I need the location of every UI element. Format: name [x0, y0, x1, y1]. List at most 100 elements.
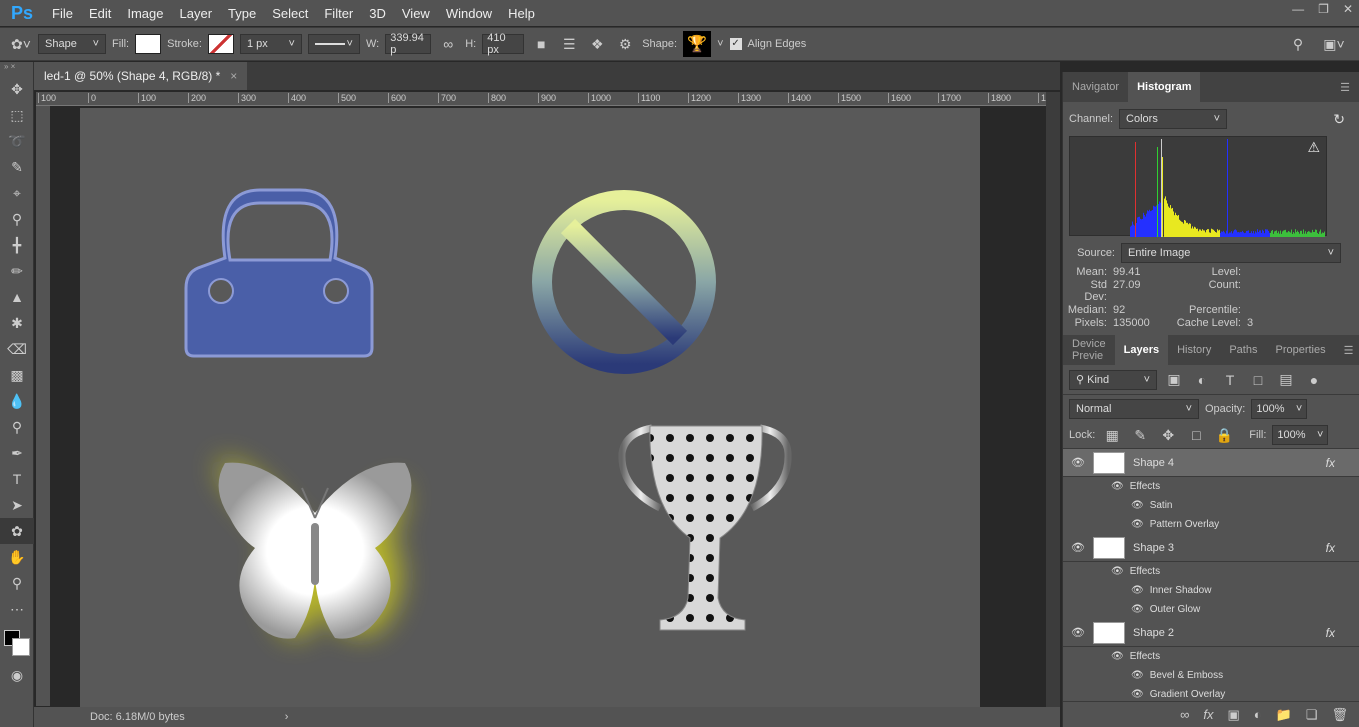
search-icon[interactable]: ⚲: [1287, 36, 1309, 53]
stroke-type-select[interactable]: ˅: [308, 34, 360, 54]
effects-row[interactable]: 👁 Effects: [1063, 562, 1359, 581]
gear-icon[interactable]: ⚙: [614, 36, 636, 53]
eye-icon[interactable]: 👁: [1111, 481, 1124, 492]
eye-icon[interactable]: 👁: [1131, 670, 1144, 681]
stroke-width-select[interactable]: 1 px ˅: [240, 34, 302, 54]
source-select[interactable]: Entire Image ˅: [1121, 243, 1341, 263]
eye-icon[interactable]: 👁: [1131, 585, 1144, 596]
refresh-icon[interactable]: ↻: [1333, 111, 1345, 128]
menu-select[interactable]: Select: [264, 6, 316, 21]
menu-view[interactable]: View: [394, 6, 438, 21]
close-icon[interactable]: ✕: [1343, 2, 1353, 16]
crop-tool-icon[interactable]: ⌖: [0, 180, 34, 206]
layers-menu-icon[interactable]: ☰: [1335, 335, 1359, 365]
filter-toggle-icon[interactable]: ●: [1303, 372, 1325, 388]
fx-icon[interactable]: fx: [1326, 626, 1335, 640]
lock-transparent-icon[interactable]: ▦: [1101, 427, 1123, 444]
shape-picker-chevron-icon[interactable]: ˅: [717, 38, 723, 50]
lock-position-icon[interactable]: ✥: [1157, 427, 1179, 444]
move-tool-icon[interactable]: ✥: [0, 76, 34, 102]
fill-swatch[interactable]: [135, 34, 161, 54]
close-tab-icon[interactable]: ×: [230, 69, 237, 83]
path-operations-icon[interactable]: ■: [530, 36, 552, 52]
adjustment-layer-icon[interactable]: ◐: [1254, 707, 1262, 722]
fill-input[interactable]: 100% ˅: [1272, 425, 1328, 445]
pen-tool-icon[interactable]: ✒: [0, 440, 34, 466]
channel-select[interactable]: Colors ˅: [1119, 109, 1227, 129]
eyedropper-tool-icon[interactable]: ⚲: [0, 206, 34, 232]
menu-edit[interactable]: Edit: [81, 6, 119, 21]
shape-picker[interactable]: 🏆: [683, 31, 711, 57]
height-input[interactable]: 410 px: [482, 34, 524, 54]
menu-file[interactable]: File: [44, 6, 81, 21]
visibility-eye-icon[interactable]: 👁: [1063, 541, 1093, 554]
width-input[interactable]: 339.94 p: [385, 34, 431, 54]
lock-artboard-icon[interactable]: □: [1185, 427, 1207, 443]
opacity-input[interactable]: 100% ˅: [1251, 399, 1307, 419]
tab-histogram[interactable]: Histogram: [1128, 72, 1200, 102]
lasso-tool-icon[interactable]: ➰: [0, 128, 34, 154]
menu-type[interactable]: Type: [220, 6, 264, 21]
path-arrangement-icon[interactable]: ❖: [586, 36, 608, 53]
align-edges-checkbox[interactable]: ✓: [730, 38, 742, 50]
filter-type-icon[interactable]: T: [1219, 372, 1241, 388]
eraser-tool-icon[interactable]: ⌫: [0, 336, 34, 362]
filter-adjustment-icon[interactable]: ◐: [1191, 372, 1213, 388]
link-icon[interactable]: ∞: [437, 36, 459, 52]
gradient-tool-icon[interactable]: ▩: [0, 362, 34, 388]
status-menu-arrow-icon[interactable]: ›: [285, 711, 289, 723]
effect-row[interactable]: 👁 Pattern Overlay: [1063, 515, 1359, 534]
trash-icon[interactable]: 🗑: [1331, 707, 1348, 723]
marquee-tool-icon[interactable]: ⬚: [0, 102, 34, 128]
eye-icon[interactable]: 👁: [1131, 604, 1144, 615]
eye-icon[interactable]: 👁: [1111, 651, 1124, 662]
filter-pixel-icon[interactable]: ▣: [1163, 371, 1185, 388]
blur-tool-icon[interactable]: 💧: [0, 388, 34, 414]
type-tool-icon[interactable]: T: [0, 466, 34, 492]
tab-layers[interactable]: Layers: [1115, 335, 1168, 365]
layer-row[interactable]: 👁 Shape 4 fx: [1063, 449, 1359, 477]
add-mask-icon[interactable]: ▣: [1227, 707, 1239, 723]
fx-icon[interactable]: fx: [1326, 541, 1335, 555]
hand-tool-icon[interactable]: ✋: [0, 544, 34, 570]
blend-mode-select[interactable]: Normal ˅: [1069, 399, 1199, 419]
restore-icon[interactable]: ❐: [1318, 2, 1329, 16]
path-select-tool-icon[interactable]: ➤: [0, 492, 34, 518]
lock-all-icon[interactable]: 🔒: [1213, 427, 1235, 444]
tab-navigator[interactable]: Navigator: [1063, 72, 1128, 102]
new-layer-icon[interactable]: ❏: [1306, 707, 1318, 723]
custom-shape-tool-icon[interactable]: ✿: [0, 518, 34, 544]
color-swatches[interactable]: [0, 622, 33, 662]
dodge-tool-icon[interactable]: ⚲: [0, 414, 34, 440]
filter-kind-select[interactable]: ⚲ Kind ˅: [1069, 370, 1157, 390]
visibility-eye-icon[interactable]: 👁: [1063, 456, 1093, 469]
background-color[interactable]: [12, 638, 30, 656]
document-canvas[interactable]: [80, 108, 980, 707]
tab-properties[interactable]: Properties: [1266, 335, 1334, 365]
healing-tool-icon[interactable]: ╋: [0, 232, 34, 258]
tab-paths[interactable]: Paths: [1220, 335, 1266, 365]
filter-smart-object-icon[interactable]: ▤: [1275, 371, 1297, 388]
filter-shape-icon[interactable]: □: [1247, 372, 1269, 388]
vertical-scrollbar[interactable]: [1046, 92, 1060, 707]
visibility-eye-icon[interactable]: 👁: [1063, 626, 1093, 639]
effect-row[interactable]: 👁 Bevel & Emboss: [1063, 666, 1359, 685]
quick-select-tool-icon[interactable]: ✎: [0, 154, 34, 180]
eye-icon[interactable]: 👁: [1131, 519, 1144, 530]
zoom-tool-icon[interactable]: ⚲: [0, 570, 34, 596]
custom-shape-tool-icon[interactable]: ✿˅: [10, 36, 32, 53]
path-alignment-icon[interactable]: ☰: [558, 36, 580, 53]
eye-icon[interactable]: 👁: [1111, 566, 1124, 577]
more-tool-icon[interactable]: ⋯: [0, 596, 34, 622]
fx-icon[interactable]: fx: [1203, 707, 1213, 722]
history-brush-tool-icon[interactable]: ✱: [0, 310, 34, 336]
collapse-icon[interactable]: » ×: [0, 62, 33, 76]
mode-select[interactable]: Shape ˅: [38, 34, 106, 54]
stroke-swatch[interactable]: [208, 34, 234, 54]
tab-history[interactable]: History: [1168, 335, 1220, 365]
panel-menu-icon[interactable]: ☰: [1331, 72, 1359, 102]
link-layers-icon[interactable]: ∞: [1180, 707, 1189, 722]
effects-row[interactable]: 👁 Effects: [1063, 477, 1359, 496]
warning-icon[interactable]: ⚠: [1307, 139, 1320, 156]
document-tab[interactable]: led-1 @ 50% (Shape 4, RGB/8) * ×: [34, 62, 247, 90]
